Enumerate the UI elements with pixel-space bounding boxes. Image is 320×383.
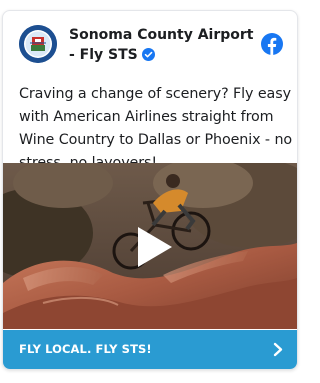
chevron-right-icon	[273, 342, 283, 357]
play-button[interactable]	[128, 223, 176, 271]
post-header: Sonoma County Airport - Fly STS	[3, 11, 297, 73]
play-icon	[138, 227, 172, 267]
page-name-text[interactable]: Sonoma County Airport - Fly STS	[69, 27, 254, 63]
verified-badge-icon	[141, 47, 155, 67]
facebook-post-card: Sonoma County Airport - Fly STS Craving …	[2, 10, 298, 370]
page-avatar[interactable]	[19, 25, 57, 63]
page-name[interactable]: Sonoma County Airport - Fly STS	[69, 25, 259, 67]
cta-button[interactable]: FLY LOCAL. FLY STS!	[3, 330, 297, 369]
facebook-icon[interactable]	[261, 33, 283, 55]
cta-label: FLY LOCAL. FLY STS!	[19, 342, 152, 356]
post-text: Craving a change of scenery? Fly easy wi…	[19, 86, 293, 171]
video-thumbnail[interactable]	[3, 163, 297, 329]
